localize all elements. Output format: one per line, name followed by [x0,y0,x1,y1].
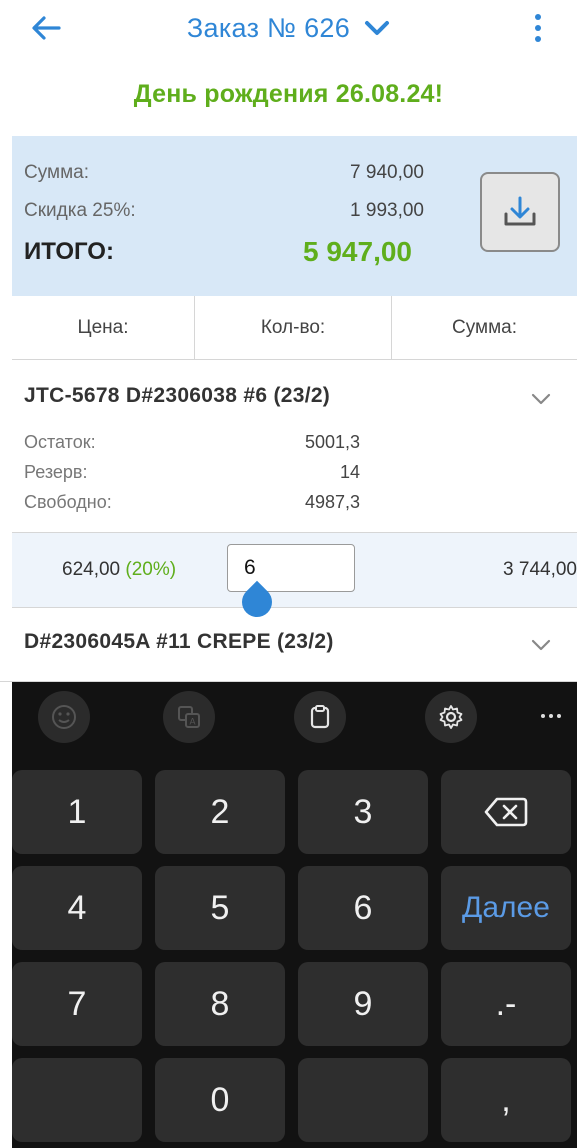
keyboard-toolbar: A [12,682,577,750]
key-7[interactable]: 7 [12,962,142,1046]
item-sum: 3 744,00 [503,559,577,580]
key-blank [12,1058,142,1142]
key-5[interactable]: 5 [155,866,285,950]
key-blank [298,1058,428,1142]
stock-value: 5001,3 [304,432,360,452]
emoji-icon [52,705,76,729]
stock-value: 4987,3 [304,492,360,512]
price-cell: 624,00 (20%) [62,559,176,581]
promo-banner: День рождения 26.08.24! [133,80,444,108]
list-item: JTC-5678 D#2306038 #6 (23/2) Остаток: 50… [0,360,577,532]
list-item: D#2306045A #11 CREPE (23/2) [0,608,577,682]
translate-icon: A [178,706,200,728]
stock-label: Свободно: [24,492,112,512]
key-9[interactable]: 9 [298,962,428,1046]
more-horizontal-icon[interactable] [537,702,565,730]
stock-row-reserve: Резерв: 14 [24,462,360,483]
item-price: 624,00 [62,559,121,580]
total-label: ИТОГО: [24,238,114,265]
download-button[interactable] [480,172,560,252]
key-8[interactable]: 8 [155,962,285,1046]
discount-label: Скидка 25%: [24,200,136,221]
column-sum: Сумма: [452,316,517,338]
stock-label: Резерв: [24,462,88,482]
download-icon [504,196,536,226]
backspace-icon [484,797,528,827]
backspace-key[interactable] [441,770,571,854]
clipboard-button[interactable] [294,691,346,743]
key-3[interactable]: 3 [298,770,428,854]
column-qty: Кол-во: [195,296,392,359]
sum-label: Сумма: [24,162,89,183]
clipboard-icon [310,705,330,729]
key-0[interactable]: 0 [155,1058,285,1142]
stock-label: Остаток: [24,432,96,452]
stock-row-remaining: Остаток: 5001,3 [24,432,360,453]
emoji-button[interactable] [38,691,90,743]
translate-button[interactable]: A [163,691,215,743]
order-title-dropdown[interactable]: Заказ № 626 [0,10,577,46]
app-header: Заказ № 626 [0,0,577,60]
chevron-down-icon[interactable] [530,638,552,652]
svg-text:A: A [189,717,195,727]
next-key[interactable]: Далее [441,866,571,950]
column-headers: Цена: Кол-во: Сумма: [12,296,577,360]
quantity-input[interactable]: 6 [227,544,355,592]
item-discount: (20%) [125,559,177,580]
numeric-keyboard: A 1 2 3 4 5 6 Далее 7 8 9 .- 0 , [12,682,577,1148]
item-title[interactable]: D#2306045A #11 CREPE (23/2) [24,630,334,654]
total-value: 5 947,00 [303,236,412,267]
item-title[interactable]: JTC-5678 D#2306038 #6 (23/2) [24,384,330,408]
stock-value: 14 [339,462,360,482]
key-dot-minus[interactable]: .- [441,962,571,1046]
page-title: Заказ № 626 [186,12,351,43]
sum-value: 7 940,00 [350,162,424,183]
column-price: Цена: [12,296,195,359]
item-line-row: 624,00 (20%) 6 3 744,00 [12,532,577,624]
key-comma[interactable]: , [441,1058,571,1142]
chevron-down-icon[interactable] [530,392,552,406]
key-1[interactable]: 1 [12,770,142,854]
more-vertical-icon[interactable] [523,10,553,46]
settings-icon [439,705,463,729]
sum-row: Сумма: 7 940,00 [24,162,424,184]
discount-value: 1 993,00 [350,200,424,221]
key-6[interactable]: 6 [298,866,428,950]
chevron-down-icon [365,21,390,35]
settings-button[interactable] [425,691,477,743]
discount-row: Скидка 25%: 1 993,00 [24,200,424,222]
order-summary: Сумма: 7 940,00 Скидка 25%: 1 993,00 ИТО… [12,136,577,296]
key-2[interactable]: 2 [155,770,285,854]
stock-row-free: Свободно: 4987,3 [24,492,360,513]
key-4[interactable]: 4 [12,866,142,950]
